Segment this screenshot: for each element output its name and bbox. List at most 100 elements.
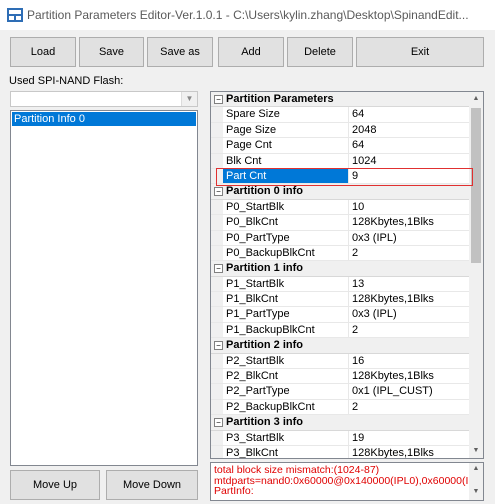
category-label: Partition 1 info xyxy=(226,262,303,275)
scroll-down-icon[interactable]: ▼ xyxy=(469,487,483,499)
list-item[interactable]: Partition Info 0 xyxy=(12,112,196,126)
property-value[interactable]: 128Kbytes,1Blks xyxy=(348,215,469,230)
flash-select[interactable]: ▼ xyxy=(10,91,198,107)
property-value[interactable]: 2 xyxy=(348,399,469,415)
row-margin xyxy=(211,445,223,458)
property-value[interactable]: 128Kbytes,1Blks xyxy=(348,292,469,307)
scroll-up-icon[interactable]: ▲ xyxy=(469,464,483,476)
collapse-icon[interactable]: − xyxy=(214,95,223,104)
property-value[interactable]: 128Kbytes,1Blks xyxy=(348,369,469,384)
chevron-down-icon[interactable]: ▼ xyxy=(181,92,197,106)
property-row[interactable]: P0_BackupBlkCnt 2 xyxy=(211,245,469,262)
property-value[interactable]: 0x3 (IPL) xyxy=(348,307,469,322)
property-name: Page Cnt xyxy=(226,139,272,152)
message-output[interactable]: total block size mismatch:(1024-87) mtdp… xyxy=(210,462,484,501)
category-partition-0[interactable]: − Partition 0 info xyxy=(211,184,469,200)
property-value[interactable]: 2048 xyxy=(348,122,469,138)
category-label: Partition 3 info xyxy=(226,416,303,429)
row-margin xyxy=(211,245,223,261)
app-icon xyxy=(7,8,23,22)
property-row[interactable]: P2_PartType 0x1 (IPL_CUST) xyxy=(211,384,469,400)
move-down-button[interactable]: Move Down xyxy=(106,470,198,500)
scroll-thumb[interactable] xyxy=(471,108,481,263)
property-value[interactable]: 9 xyxy=(348,168,469,184)
property-value[interactable]: 0x3 (IPL) xyxy=(348,230,469,245)
property-row[interactable]: P1_PartType 0x3 (IPL) xyxy=(211,307,469,323)
property-row[interactable]: P0_PartType 0x3 (IPL) xyxy=(211,230,469,246)
property-value[interactable]: 13 xyxy=(348,276,469,292)
row-margin xyxy=(211,292,223,307)
save-as-button[interactable]: Save as xyxy=(147,37,213,67)
main-window: Load Save Save as Add Delete Exit Used S… xyxy=(0,30,495,504)
property-value[interactable]: 19 xyxy=(348,430,469,445)
used-flash-label: Used SPI-NAND Flash: xyxy=(9,75,124,87)
save-button[interactable]: Save xyxy=(79,37,144,67)
property-row[interactable]: P2_StartBlk 16 xyxy=(211,353,469,370)
collapse-icon[interactable]: − xyxy=(214,418,223,428)
category-label: Partition 2 info xyxy=(226,339,303,352)
exit-button[interactable]: Exit xyxy=(356,37,484,67)
property-row[interactable]: P0_BlkCnt 128Kbytes,1Blks xyxy=(211,215,469,231)
property-name: P0_StartBlk xyxy=(226,200,285,213)
row-margin xyxy=(211,215,223,230)
row-margin xyxy=(211,199,223,215)
property-value[interactable]: 16 xyxy=(348,353,469,369)
window-title: Partition Parameters Editor-Ver.1.0.1 - … xyxy=(27,8,469,22)
partition-list[interactable]: Partition Info 0 xyxy=(10,110,198,466)
message-line: total block size mismatch:(1024-87) xyxy=(214,464,380,476)
category-label: Partition 0 info xyxy=(226,185,303,198)
load-button[interactable]: Load xyxy=(10,37,76,67)
row-margin xyxy=(211,307,223,322)
property-name: P1_StartBlk xyxy=(226,277,285,290)
category-partition-2[interactable]: − Partition 2 info xyxy=(211,338,469,354)
collapse-icon[interactable]: − xyxy=(214,264,223,274)
move-up-button[interactable]: Move Up xyxy=(10,470,100,500)
property-row[interactable]: P3_StartBlk 19 xyxy=(211,430,469,446)
property-value[interactable]: 2 xyxy=(348,245,469,261)
property-name: Page Size xyxy=(226,123,277,136)
property-name: P2_PartType xyxy=(226,385,290,398)
category-partition-1[interactable]: − Partition 1 info xyxy=(211,261,469,277)
property-value[interactable]: 10 xyxy=(348,199,469,215)
grid-scrollbar[interactable]: ▲ ▼ xyxy=(469,92,483,458)
row-margin xyxy=(211,122,223,138)
row-margin xyxy=(211,430,223,445)
property-value[interactable]: 2 xyxy=(348,322,469,338)
property-row[interactable]: P0_StartBlk 10 xyxy=(211,199,469,216)
property-name: P3_StartBlk xyxy=(226,431,285,444)
scroll-up-icon[interactable]: ▲ xyxy=(469,92,483,106)
property-row[interactable]: P1_BackupBlkCnt 2 xyxy=(211,322,469,339)
property-value[interactable]: 128Kbytes,1Blks xyxy=(348,445,469,458)
row-margin xyxy=(211,153,223,168)
property-grid[interactable]: − Partition Parameters Spare Size 64 Page… xyxy=(210,91,484,459)
property-row[interactable]: P2_BlkCnt 128Kbytes,1Blks xyxy=(211,369,469,385)
property-row[interactable]: P1_StartBlk 13 xyxy=(211,276,469,293)
row-margin xyxy=(211,230,223,245)
property-row[interactable]: P1_BlkCnt 128Kbytes,1Blks xyxy=(211,292,469,308)
title-bar: Partition Parameters Editor-Ver.1.0.1 - … xyxy=(0,0,495,30)
property-row[interactable]: Page Size 2048 xyxy=(211,122,469,139)
property-row[interactable]: Blk Cnt 1024 xyxy=(211,153,469,169)
property-value[interactable]: 64 xyxy=(348,107,469,122)
property-row[interactable]: Page Cnt 64 xyxy=(211,138,469,154)
property-name: P3_BlkCnt xyxy=(226,446,278,459)
property-name: P2_StartBlk xyxy=(226,354,285,367)
property-row[interactable]: P2_BackupBlkCnt 2 xyxy=(211,399,469,416)
category-partition-parameters[interactable]: − Partition Parameters xyxy=(211,92,469,108)
property-value[interactable]: 1024 xyxy=(348,153,469,168)
property-row[interactable]: Spare Size 64 xyxy=(211,107,469,123)
category-partition-3[interactable]: − Partition 3 info xyxy=(211,415,469,431)
collapse-icon[interactable]: − xyxy=(214,341,223,351)
property-row[interactable]: P3_BlkCnt 128Kbytes,1Blks xyxy=(211,445,469,459)
collapse-icon[interactable]: − xyxy=(214,187,223,197)
add-button[interactable]: Add xyxy=(218,37,284,67)
message-scrollbar[interactable]: ▲ ▼ xyxy=(469,463,483,500)
property-row-selected[interactable]: Part Cnt 9 xyxy=(211,168,469,185)
property-value[interactable]: 0x1 (IPL_CUST) xyxy=(348,384,469,399)
property-name: P1_PartType xyxy=(226,308,290,321)
property-value[interactable]: 64 xyxy=(348,138,469,153)
property-name: P0_BlkCnt xyxy=(226,216,278,229)
delete-button[interactable]: Delete xyxy=(287,37,353,67)
property-name: Blk Cnt xyxy=(226,154,262,167)
scroll-down-icon[interactable]: ▼ xyxy=(469,444,483,458)
